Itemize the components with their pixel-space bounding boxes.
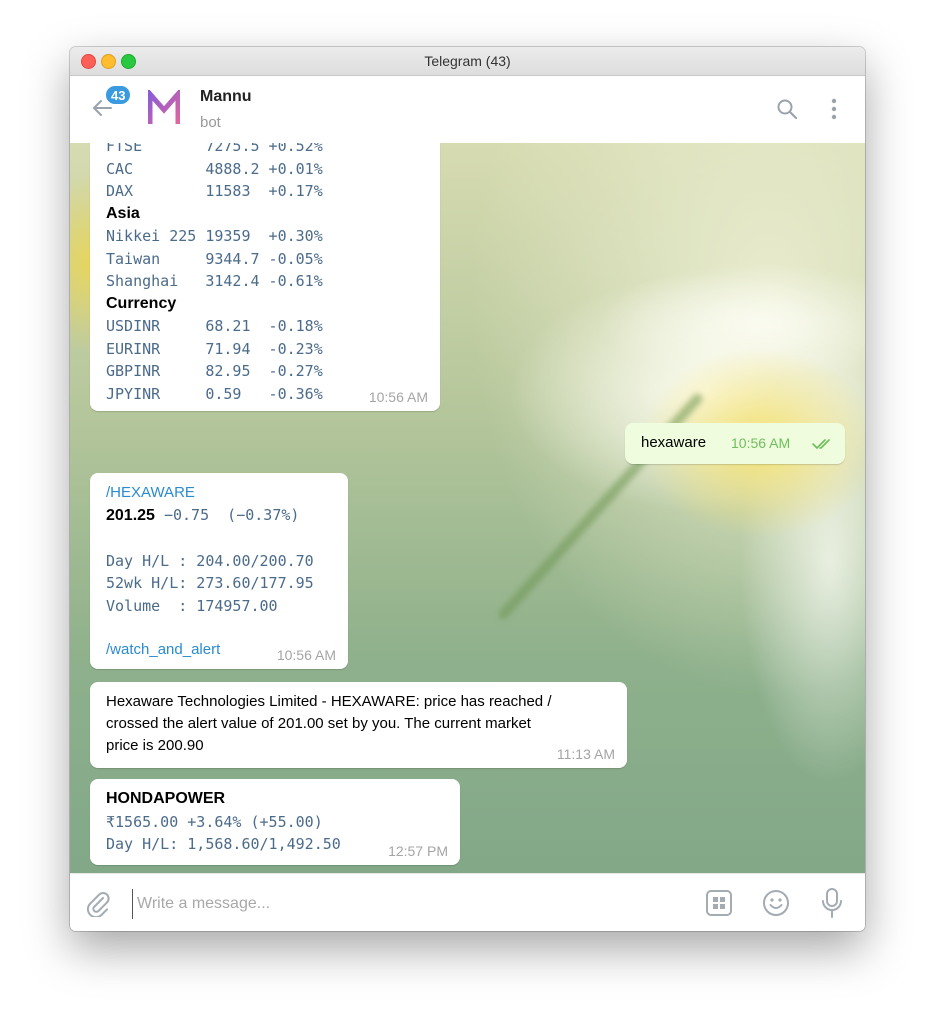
quote-price: 201.25 [106, 507, 155, 524]
alert-line-1: Hexaware Technologies Limited - HEXAWARE… [106, 693, 552, 710]
section-heading: Asia [106, 204, 140, 222]
message-quote[interactable]: /HEXAWARE 201.25 −0.75 (−0.37%) Day H/L … [90, 473, 348, 669]
section-heading: Currency [106, 294, 177, 312]
market-row: EURINR 71.94 -0.23% [106, 339, 323, 358]
window-title: Telegram (43) [424, 53, 511, 69]
stock-title: HONDAPOWER [106, 790, 226, 807]
unread-count-badge: 43 [105, 85, 132, 105]
message-text: hexaware [641, 434, 707, 451]
message-composer [70, 873, 865, 931]
title-bar: Telegram (43) [70, 47, 865, 76]
market-row: Taiwan 9344.7 -0.05% [106, 249, 323, 268]
attach-icon[interactable] [84, 889, 112, 917]
chat-history[interactable]: FTSE 7275.5 +0.52% CAC 4888.2 +0.01% DAX 1… [70, 143, 865, 873]
message-time: 10:56 AM [731, 435, 791, 451]
market-row: USDINR 68.21 -0.18% [106, 317, 323, 335]
bot-avatar[interactable] [148, 90, 180, 126]
chat-name[interactable]: Mannu [200, 88, 252, 106]
message-alert[interactable]: Hexaware Technologies Limited - HEXAWARE… [90, 682, 627, 768]
microphone-icon[interactable] [820, 887, 844, 919]
message-hondapower[interactable]: HONDAPOWER ₹1565.00 +3.64% (+55.00) Day … [90, 779, 460, 865]
market-row: Shanghai 3142.4 -0.61% [106, 272, 323, 290]
emoji-icon[interactable] [761, 888, 791, 918]
telegram-window: Telegram (43) 43 Mannu bot FTSE 7275.5 +… [70, 47, 865, 931]
alert-line-3: price is 200.90 [106, 737, 204, 754]
message-input[interactable] [132, 889, 679, 919]
quote-change: −0.75 (−0.37%) [154, 506, 300, 524]
stock-price: ₹1565.00 +3.64% (+55.00) [106, 812, 323, 831]
hexaware-command-link[interactable]: /HEXAWARE [106, 482, 332, 504]
message-time: 10:56 AM [276, 647, 336, 663]
more-options-icon[interactable] [827, 97, 841, 121]
message-markets[interactable]: FTSE 7275.5 +0.52% CAC 4888.2 +0.01% DAX 1… [90, 143, 440, 411]
read-checkmarks-icon [812, 439, 830, 449]
message-time: 10:56 AM [368, 389, 428, 405]
market-row: FTSE 7275.5 +0.52% [106, 143, 323, 155]
market-row: DAX 11583 +0.17% [106, 182, 323, 200]
bot-commands-icon[interactable] [705, 889, 733, 917]
market-row: GBPINR 82.95 -0.27% [106, 362, 323, 380]
message-time: 12:57 PM [388, 843, 448, 859]
message-outgoing[interactable]: hexaware 10:56 AM [625, 423, 845, 464]
chat-header: 43 Mannu bot [70, 76, 865, 144]
market-row: Nikkei 225 19359 +0.30% [106, 227, 323, 245]
message-time: 11:13 AM [556, 746, 615, 762]
chat-status: bot [200, 114, 221, 131]
search-icon[interactable] [776, 98, 798, 120]
market-row: CAC 4888.2 +0.01% [106, 159, 323, 178]
markets-table: FTSE 7275.5 +0.52% CAC 4888.2 +0.01% DAX 1… [106, 143, 424, 405]
quote-day-range: Day H/L : 204.00/200.70 [106, 551, 314, 570]
quote-52wk-range: 52wk H/L: 273.60/177.95 [106, 574, 314, 592]
alert-line-2: crossed the alert value of 201.00 set by… [106, 715, 531, 732]
quote-volume: Volume : 174957.00 [106, 596, 278, 615]
